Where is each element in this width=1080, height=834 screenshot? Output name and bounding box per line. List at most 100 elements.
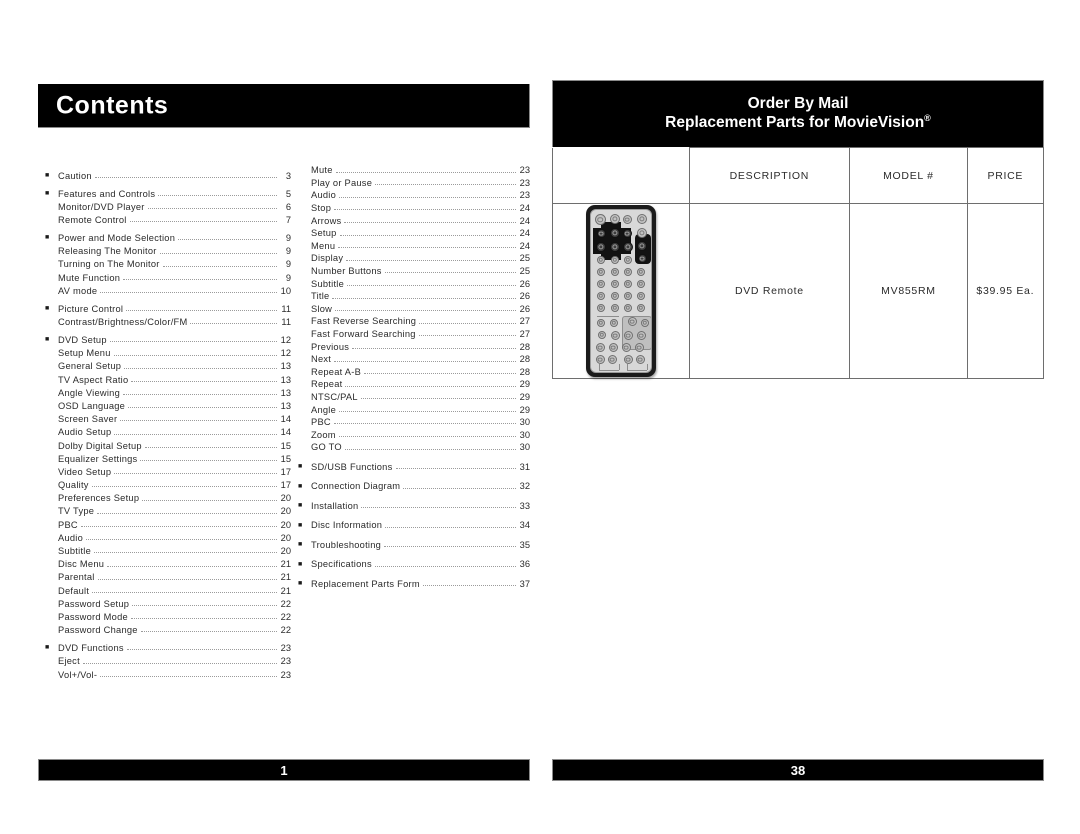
toc-entry[interactable]: ■Zoom 30 xyxy=(298,427,530,440)
toc-entry[interactable]: ■ Specifications 36 xyxy=(298,550,530,570)
toc-entry[interactable]: ■Monitor/DVD Player 6 xyxy=(45,199,291,212)
toc-entry[interactable]: ■TV Aspect Ratio 13 xyxy=(45,372,291,385)
bullet-spacer: ■ xyxy=(45,600,58,607)
toc-entry[interactable]: ■ Features and Controls 5 xyxy=(45,181,291,199)
toc-entry[interactable]: ■Video Setup 17 xyxy=(45,464,291,477)
remote-button-number-1 xyxy=(610,268,619,276)
toc-entry[interactable]: ■Setup 24 xyxy=(298,226,530,239)
toc-entry-label: Angle Viewing xyxy=(58,387,121,398)
toc-entry[interactable]: ■Remote Control 7 xyxy=(45,212,291,225)
toc-entry[interactable]: ■ Connection Diagram 32 xyxy=(298,472,530,492)
toc-entry-page-number: 27 xyxy=(519,329,530,340)
remote-button-eject xyxy=(597,331,606,339)
toc-entry[interactable]: ■Password Change 22 xyxy=(45,622,291,635)
toc-entry[interactable]: ■NTSC/PAL 29 xyxy=(298,390,530,403)
remote-button-play xyxy=(609,214,620,224)
toc-entry[interactable]: ■Screen Saver 14 xyxy=(45,411,291,424)
toc-entry[interactable]: ■Repeat 29 xyxy=(298,377,530,390)
toc-entry[interactable]: ■Subtitle 26 xyxy=(298,276,530,289)
toc-entry-label: Contrast/Brightness/Color/FM xyxy=(58,317,188,328)
toc-entry[interactable]: ■Audio 20 xyxy=(45,530,291,543)
remote-button-number-2 xyxy=(623,268,632,276)
toc-entry[interactable]: ■ Disc Information 34 xyxy=(298,511,530,531)
toc-entry[interactable]: ■Arrows 24 xyxy=(298,213,530,226)
bullet-spacer: ■ xyxy=(298,330,311,337)
toc-entry[interactable]: ■Mute 23 xyxy=(298,163,530,176)
toc-entry[interactable]: ■Angle Viewing 13 xyxy=(45,385,291,398)
remote-button-mute xyxy=(640,319,649,327)
toc-entry[interactable]: ■Angle 29 xyxy=(298,402,530,415)
toc-entry[interactable]: ■Audio Setup 14 xyxy=(45,424,291,438)
remote-button-repeat xyxy=(636,304,645,312)
toc-entry[interactable]: ■Repeat A-B 28 xyxy=(298,365,530,378)
toc-entry[interactable]: ■ Picture Control 11 xyxy=(45,296,291,314)
toc-entry[interactable]: ■AV mode 10 xyxy=(45,283,291,296)
toc-entry[interactable]: ■ Troubleshooting 35 xyxy=(298,531,530,551)
toc-entry-page-number: 35 xyxy=(519,539,530,550)
footer-page-number: 38 xyxy=(790,762,806,778)
toc-leader-dots xyxy=(123,278,277,280)
toc-entry[interactable]: ■Play or Pause 23 xyxy=(298,176,530,189)
toc-entry[interactable]: ■Subtitle 20 xyxy=(45,543,291,556)
toc-entry[interactable]: ■OSD Language 13 xyxy=(45,398,291,411)
toc-entry[interactable]: ■Equalizer Settings 15 xyxy=(45,451,291,464)
toc-entry[interactable]: ■Releasing The Monitor 9 xyxy=(45,243,291,256)
toc-entry[interactable]: ■Next 28 xyxy=(298,352,530,365)
toc-entry[interactable]: ■Setup Menu 12 xyxy=(45,345,291,358)
toc-entry[interactable]: ■Turning on The Monitor 9 xyxy=(45,257,291,270)
toc-entry-page-number: 33 xyxy=(519,500,530,511)
toc-entry[interactable]: ■Previous 28 xyxy=(298,339,530,352)
toc-entry[interactable]: ■ SD/USB Functions 31 xyxy=(298,453,530,473)
bullet-spacer: ■ xyxy=(45,671,58,678)
toc-entry[interactable]: ■Quality 17 xyxy=(45,477,291,490)
toc-entry[interactable]: ■Fast Reverse Searching 27 xyxy=(298,314,530,327)
toc-entry[interactable]: ■ DVD Functions 23 xyxy=(45,635,291,653)
bullet-spacer: ■ xyxy=(298,242,311,249)
toc-entry[interactable]: ■Dolby Digital Setup 15 xyxy=(45,438,291,451)
bullet-spacer: ■ xyxy=(298,444,311,451)
toc-entry-page-number: 12 xyxy=(280,335,291,346)
remote-bracket-bottom-right xyxy=(626,370,647,371)
toc-entry[interactable]: ■GO TO 30 xyxy=(298,440,530,453)
toc-entry[interactable]: ■Vol+/Vol- 23 xyxy=(45,667,291,680)
toc-entry[interactable]: ■Fast Forward Searching 27 xyxy=(298,327,530,340)
toc-leader-dots xyxy=(338,246,516,249)
toc-entry[interactable]: ■Stop 24 xyxy=(298,201,530,214)
toc-entry-label: Picture Control xyxy=(58,303,124,314)
toc-entry[interactable]: ■Mute Function 9 xyxy=(45,270,291,283)
toc-entry[interactable]: ■Title 26 xyxy=(298,289,530,302)
toc-entry[interactable]: ■Contrast/Brightness/Color/FM 11 xyxy=(45,314,291,327)
toc-entry[interactable]: ■ Installation 33 xyxy=(298,492,530,512)
toc-entry[interactable]: ■General Setup 13 xyxy=(45,359,291,372)
toc-entry[interactable]: ■Password Mode 22 xyxy=(45,609,291,622)
toc-entry[interactable]: ■Password Setup 22 xyxy=(45,596,291,609)
toc-entry-page-number: 23 xyxy=(280,643,291,654)
toc-entry[interactable]: ■Slow 26 xyxy=(298,302,530,315)
toc-entry-label: Vol+/Vol- xyxy=(58,669,98,680)
toc-entry[interactable]: ■Eject 23 xyxy=(45,653,291,667)
toc-entry[interactable]: ■Default 21 xyxy=(45,583,291,596)
toc-entry[interactable]: ■Disc Menu 21 xyxy=(45,556,291,569)
toc-entry[interactable]: ■ Caution 3 xyxy=(45,163,291,181)
toc-leader-dots xyxy=(374,565,516,567)
toc-entry[interactable]: ■Audio 23 xyxy=(298,188,530,201)
toc-entry[interactable]: ■Preferences Setup 20 xyxy=(45,490,291,503)
toc-entry[interactable]: ■Number Buttons 25 xyxy=(298,264,530,277)
toc-entry[interactable]: ■ DVD Setup 12 xyxy=(45,327,291,345)
toc-entry[interactable]: ■TV Type 20 xyxy=(45,504,291,517)
toc-entry[interactable]: ■PBC 30 xyxy=(298,415,530,428)
toc-entry[interactable]: ■ Power and Mode Selection 9 xyxy=(45,225,291,243)
toc-leader-dots xyxy=(144,446,277,448)
bullet-spacer: ■ xyxy=(298,167,311,174)
toc-entry[interactable]: ■ Replacement Parts Form 37 xyxy=(298,570,530,590)
toc-leader-dots xyxy=(335,309,516,312)
remote-button-angle xyxy=(623,256,632,264)
bullet-spacer: ■ xyxy=(45,203,58,210)
toc-entry-label: Releasing The Monitor xyxy=(58,246,157,257)
toc-entry[interactable]: ■Parental 21 xyxy=(45,570,291,583)
toc-entry[interactable]: ■Menu 24 xyxy=(298,239,530,252)
toc-entry[interactable]: ■Display 25 xyxy=(298,251,530,264)
toc-entry-page-number: 28 xyxy=(519,366,530,377)
toc-entry[interactable]: ■PBC 20 xyxy=(45,517,291,530)
toc-entry-page-number: 36 xyxy=(519,559,530,570)
